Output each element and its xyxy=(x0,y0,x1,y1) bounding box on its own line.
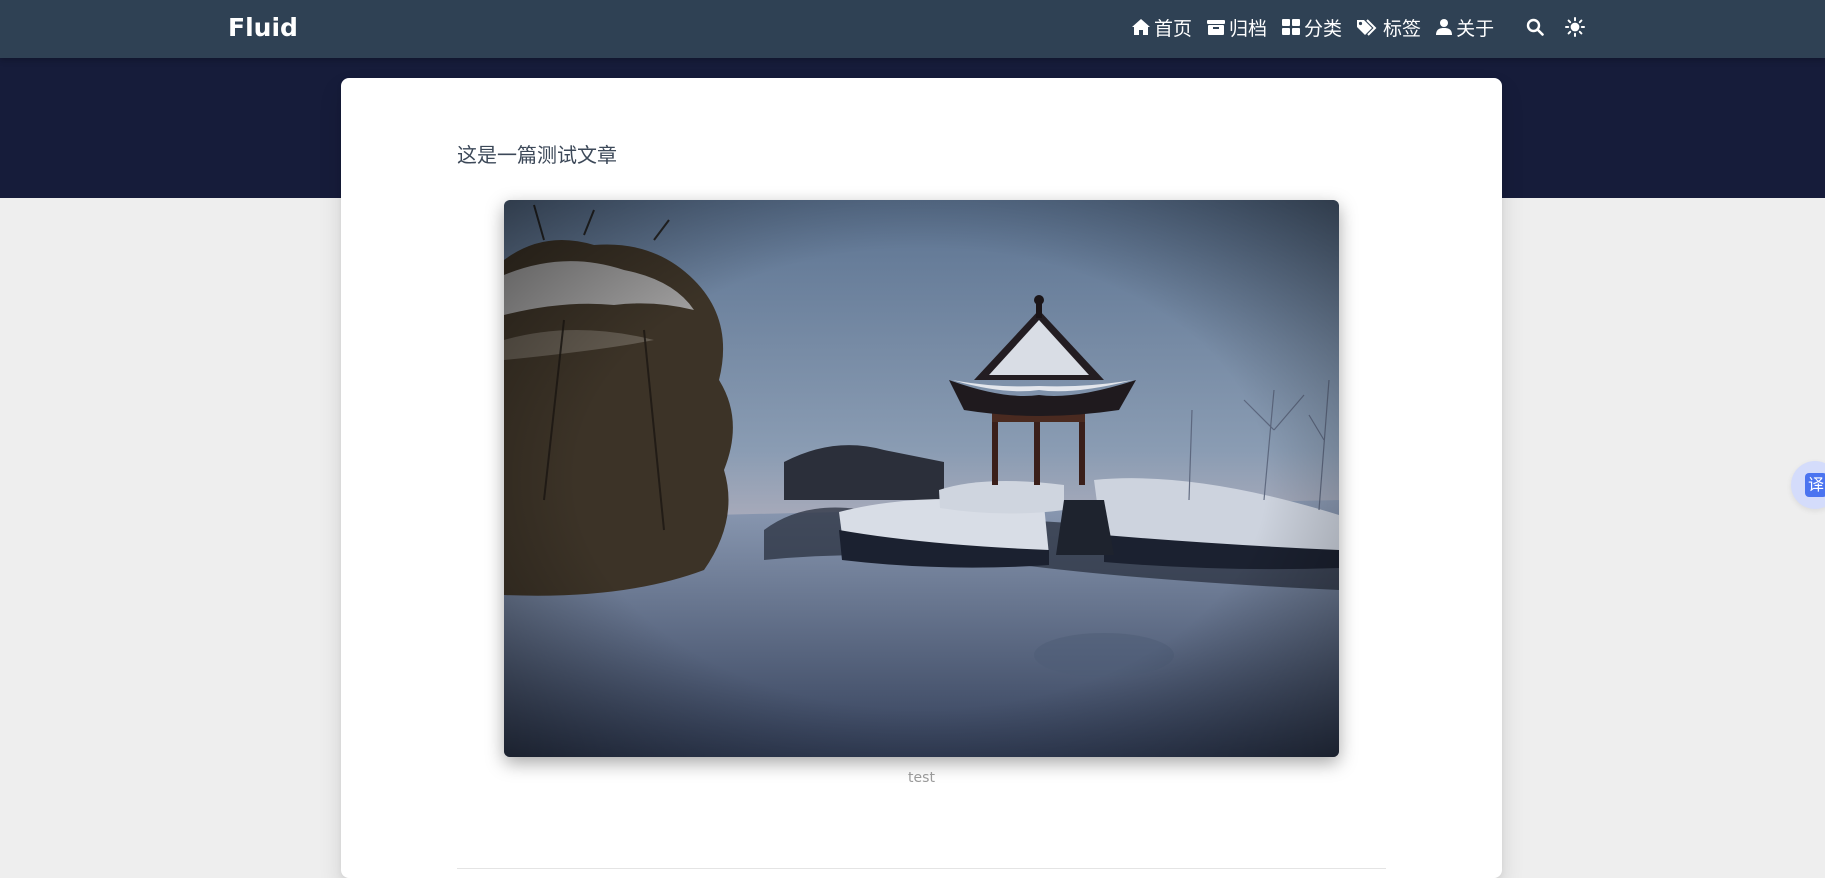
translate-button[interactable]: 译 xyxy=(1791,461,1825,509)
nav-item-label: 归档 xyxy=(1229,17,1268,40)
brand-logo[interactable]: Fluid xyxy=(228,12,298,44)
nav-item-label: 首页 xyxy=(1154,17,1193,40)
nav-item-tags[interactable]: 标签 xyxy=(1356,14,1421,41)
theme-toggle-button[interactable] xyxy=(1562,14,1588,40)
nav-item-label: 分类 xyxy=(1304,17,1343,40)
search-icon xyxy=(1526,18,1544,36)
image-caption: test xyxy=(908,770,935,786)
sun-icon xyxy=(1565,17,1586,37)
nav-item-label: 标签 xyxy=(1383,17,1422,40)
article-text: 这是一篇测试文章 xyxy=(457,143,617,167)
search-button[interactable] xyxy=(1522,14,1548,40)
nav-item-home[interactable]: 首页 xyxy=(1131,14,1192,41)
nav-menu: 首页 归档 分类 标签 关于 xyxy=(1131,12,1588,42)
post-image[interactable] xyxy=(504,200,1339,757)
divider xyxy=(457,868,1386,869)
navbar: Fluid 首页 归档 分类 标签 关于 xyxy=(0,0,1825,58)
nav-item-about[interactable]: 关于 xyxy=(1435,14,1494,41)
nav-item-label: 关于 xyxy=(1456,17,1495,40)
snow-pagoda-image xyxy=(504,200,1339,757)
nav-item-archive[interactable]: 归档 xyxy=(1206,14,1267,41)
user-icon xyxy=(1436,19,1453,35)
post-card: 这是一篇测试文章 test xyxy=(341,78,1502,878)
nav-item-categories[interactable]: 分类 xyxy=(1281,14,1342,41)
th-large-icon xyxy=(1282,19,1301,35)
translate-icon: 译 xyxy=(1805,473,1825,497)
tags-icon xyxy=(1357,19,1377,36)
home-icon xyxy=(1132,19,1150,35)
archive-icon xyxy=(1207,20,1226,35)
